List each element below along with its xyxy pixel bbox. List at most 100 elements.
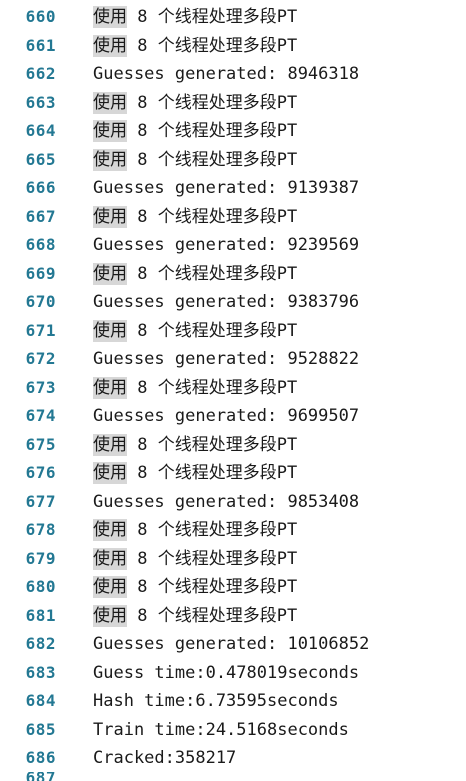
search-match-highlight: 使用 <box>93 34 127 57</box>
log-line[interactable]: 676 使用 8 个线程处理多段PT <box>0 459 466 488</box>
line-text-rest: 8 个线程处理多段PT <box>127 206 298 227</box>
log-line[interactable]: 684 Hash time:6.73595seconds <box>0 687 466 716</box>
line-text: 使用 8 个线程处理多段PT <box>93 89 297 118</box>
line-text: 使用 8 个线程处理多段PT <box>93 117 297 146</box>
line-number: 664 <box>25 121 56 140</box>
line-number: 681 <box>25 605 56 625</box>
log-line[interactable]: 680 使用 8 个线程处理多段PT <box>0 573 466 602</box>
line-number: 672 <box>25 349 56 368</box>
line-text-rest: Guesses generated: 9139387 <box>93 178 360 198</box>
line-text-rest: Hash time:6.73595seconds <box>93 691 339 711</box>
search-match-highlight: 使用 <box>93 91 127 114</box>
log-line[interactable]: 661 使用 8 个线程处理多段PT <box>0 32 466 61</box>
log-line[interactable]: 665 使用 8 个线程处理多段PT <box>0 146 466 175</box>
line-text-rest: 8 个线程处理多段PT <box>127 577 298 597</box>
log-line[interactable]: 670 Guesses generated: 9383796 <box>0 288 466 317</box>
line-text-rest: Cracked:358217 <box>93 748 237 768</box>
line-number: 684 <box>25 691 56 710</box>
log-line[interactable]: 685 Train time:24.5168seconds <box>0 716 466 745</box>
line-number: 668 <box>25 235 56 254</box>
log-line[interactable]: 668 Guesses generated: 9239569 <box>0 231 466 260</box>
line-text: 使用 8 个线程处理多段PT <box>93 573 297 602</box>
line-text-rest: 8 个线程处理多段PT <box>127 35 298 56</box>
line-text: Guesses generated: 8946318 <box>93 60 359 89</box>
search-match-highlight: 使用 <box>93 6 127 28</box>
search-match-highlight: 使用 <box>93 433 127 456</box>
line-number: 675 <box>25 434 56 454</box>
log-line[interactable]: 673 使用 8 个线程处理多段PT <box>0 374 466 403</box>
line-text-rest: 8 个线程处理多段PT <box>127 149 298 170</box>
log-line[interactable]: 683 Guess time:0.478019seconds <box>0 659 466 688</box>
line-text: 使用 8 个线程处理多段PT <box>93 374 297 403</box>
line-number: 661 <box>25 35 56 55</box>
line-text: 使用 8 个线程处理多段PT <box>93 545 297 574</box>
line-number: 671 <box>25 320 56 340</box>
log-line[interactable]: 666 Guesses generated: 9139387 <box>0 174 466 203</box>
line-text: 使用 8 个线程处理多段PT <box>93 32 297 61</box>
log-line[interactable]: 663 使用 8 个线程处理多段PT <box>0 89 466 118</box>
line-text: Guess time:0.478019seconds <box>93 659 359 688</box>
line-text: 使用 8 个线程处理多段PT <box>93 203 297 232</box>
line-text-rest: 8 个线程处理多段PT <box>127 377 298 398</box>
search-match-highlight: 使用 <box>93 262 127 285</box>
line-text: 使用 8 个线程处理多段PT <box>93 317 297 346</box>
line-number: 678 <box>25 520 56 539</box>
line-number: 666 <box>25 178 56 197</box>
line-number: 669 <box>25 263 56 283</box>
log-line[interactable]: 662 Guesses generated: 8946318 <box>0 60 466 89</box>
search-match-highlight: 使用 <box>93 148 127 171</box>
line-number: 683 <box>25 662 56 682</box>
line-text: Guesses generated: 9528822 <box>93 345 359 374</box>
line-text: 使用 8 个线程处理多段PT <box>93 516 297 545</box>
search-match-highlight: 使用 <box>93 120 127 142</box>
line-text: Guesses generated: 9383796 <box>93 288 359 317</box>
log-line[interactable]: 667 使用 8 个线程处理多段PT <box>0 203 466 232</box>
log-line[interactable]: 682 Guesses generated: 10106852 <box>0 630 466 659</box>
search-match-highlight: 使用 <box>93 376 127 399</box>
line-text-rest: 8 个线程处理多段PT <box>127 7 298 27</box>
line-text: 使用 8 个线程处理多段PT <box>93 459 297 488</box>
line-text-rest: 8 个线程处理多段PT <box>127 263 298 284</box>
line-number: 679 <box>25 548 56 568</box>
line-text-rest: 8 个线程处理多段PT <box>127 463 298 483</box>
log-line[interactable]: 686 Cracked:358217 <box>0 744 466 773</box>
log-line[interactable]: 664 使用 8 个线程处理多段PT <box>0 117 466 146</box>
line-text: Guesses generated: 9239569 <box>93 231 359 260</box>
line-number: 660 <box>25 7 56 26</box>
line-number: 680 <box>25 577 56 596</box>
line-text-rest: Guesses generated: 8946318 <box>93 64 360 84</box>
log-line[interactable]: 660 使用 8 个线程处理多段PT <box>0 3 466 32</box>
log-line[interactable]: 675 使用 8 个线程处理多段PT <box>0 431 466 460</box>
log-line[interactable]: 669 使用 8 个线程处理多段PT <box>0 260 466 289</box>
line-number: 665 <box>25 149 56 169</box>
line-text: 使用 8 个线程处理多段PT <box>93 431 297 460</box>
line-text-rest: Guesses generated: 9383796 <box>93 292 360 312</box>
log-line[interactable]: 679 使用 8 个线程处理多段PT <box>0 545 466 574</box>
log-line[interactable]: 678 使用 8 个线程处理多段PT <box>0 516 466 545</box>
line-number: 663 <box>25 92 56 112</box>
log-line[interactable]: 674 Guesses generated: 9699507 <box>0 402 466 431</box>
line-text-rest: 8 个线程处理多段PT <box>127 92 298 113</box>
line-text-rest: Guesses generated: 9528822 <box>93 349 360 369</box>
log-line[interactable]: 681 使用 8 个线程处理多段PT <box>0 602 466 631</box>
log-line[interactable]: 672 Guesses generated: 9528822 <box>0 345 466 374</box>
line-number: 667 <box>25 206 56 226</box>
line-text: Guesses generated: 9853408 <box>93 488 359 517</box>
search-match-highlight: 使用 <box>93 205 127 228</box>
line-number: 674 <box>25 406 56 425</box>
line-number: 687 <box>0 772 56 781</box>
line-text-rest: 8 个线程处理多段PT <box>127 548 298 569</box>
log-line[interactable]: 677 Guesses generated: 9853408 <box>0 488 466 517</box>
search-match-highlight: 使用 <box>93 319 127 342</box>
line-text-rest: Guesses generated: 9699507 <box>93 406 360 426</box>
log-output-view[interactable]: 660 使用 8 个线程处理多段PT 661 使用 8 个线程处理多段PT 662 Gue… <box>0 3 466 773</box>
line-number: 682 <box>25 634 56 653</box>
search-match-highlight: 使用 <box>93 576 127 598</box>
line-text-rest: Train time:24.5168seconds <box>93 719 349 740</box>
log-line[interactable]: 671 使用 8 个线程处理多段PT <box>0 317 466 346</box>
line-text: Cracked:358217 <box>93 744 236 773</box>
line-text-rest: 8 个线程处理多段PT <box>127 434 298 455</box>
line-text-rest: 8 个线程处理多段PT <box>127 520 298 540</box>
line-number: 673 <box>25 377 56 397</box>
line-text-rest: Guesses generated: 9853408 <box>93 491 360 512</box>
